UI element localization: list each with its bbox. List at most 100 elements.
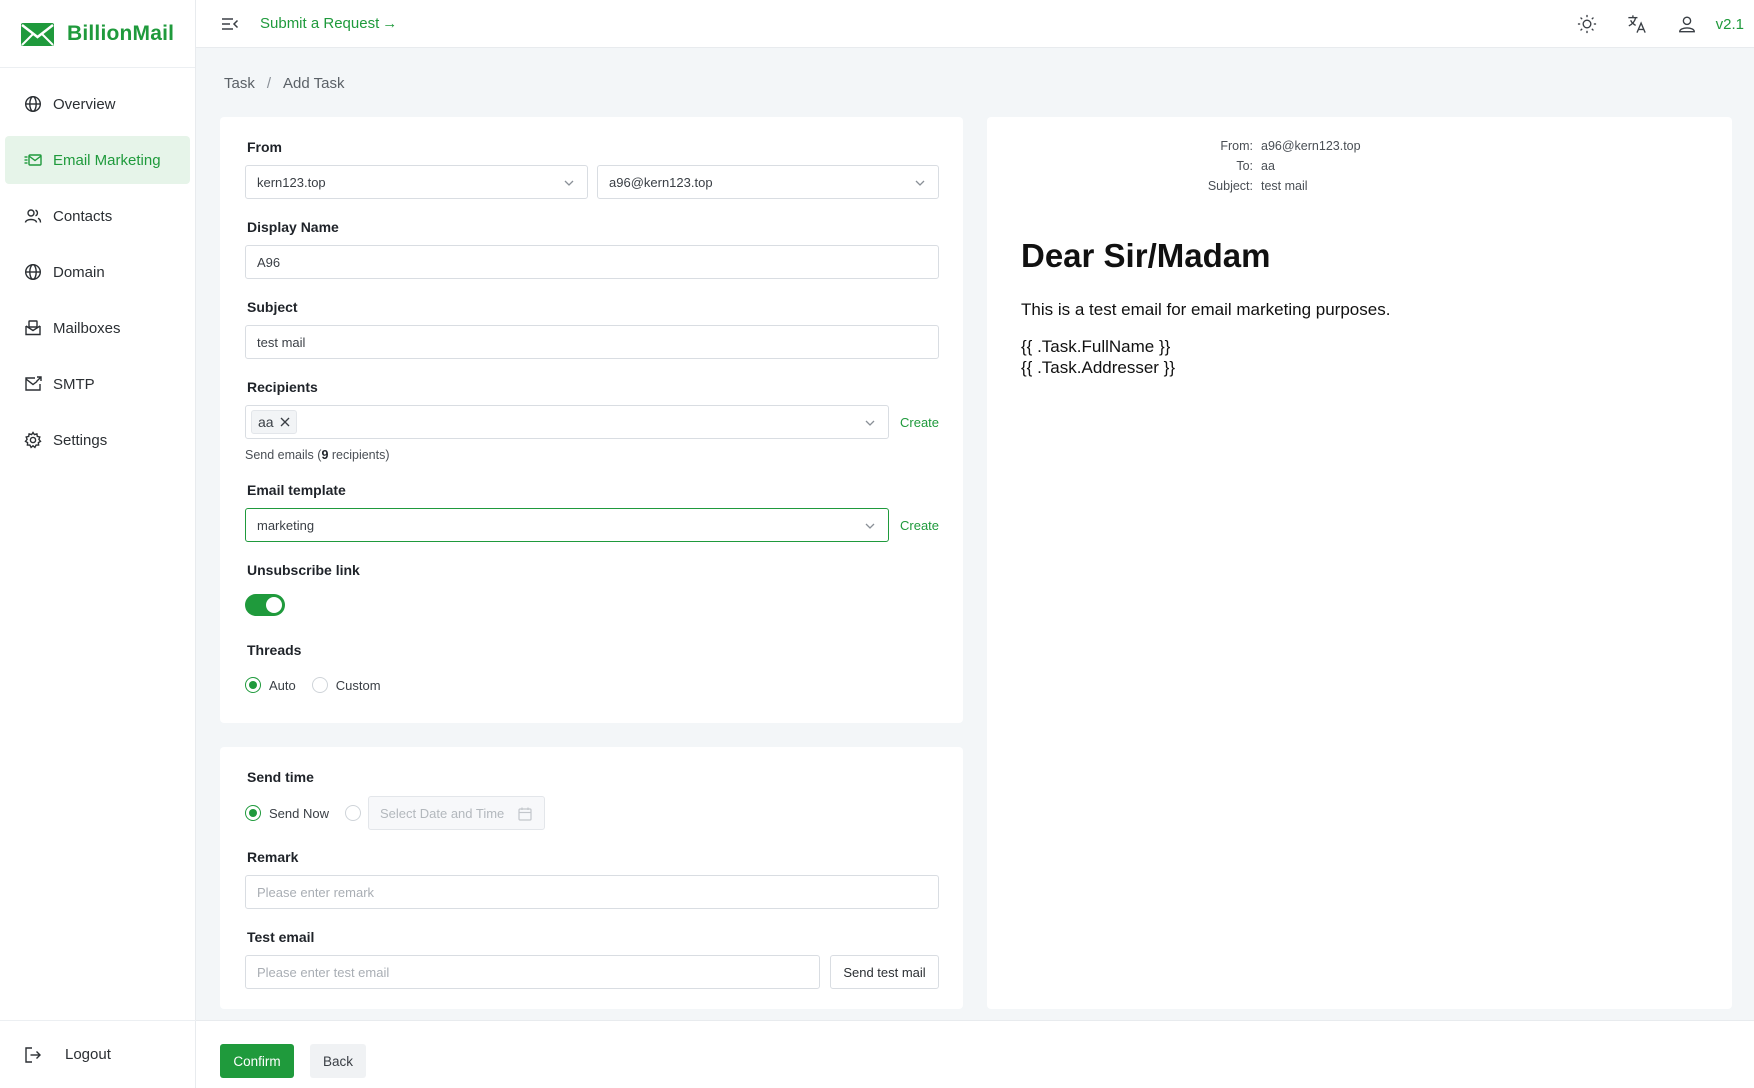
send-scheduled-radio[interactable] [344, 805, 369, 821]
radio-checked-icon [245, 805, 261, 821]
recipients-hint-suffix: recipients) [328, 448, 390, 462]
breadcrumb-current: Add Task [283, 75, 345, 92]
email-template-value: marketing [257, 517, 315, 533]
threads-auto-label: Auto [269, 677, 296, 693]
recipients-label: Recipients [247, 379, 318, 395]
remark-input[interactable]: Please enter remark [245, 875, 939, 909]
sidebar-item-mailboxes[interactable]: Mailboxes [5, 304, 190, 352]
recipient-tag: aa [251, 410, 297, 434]
preview-variable-addresser: {{ .Task.Addresser }} [1021, 358, 1176, 377]
calendar-icon [518, 807, 532, 821]
threads-custom-radio[interactable]: Custom [311, 677, 381, 693]
translate-icon[interactable] [1626, 13, 1648, 35]
preview-body: This is a test email for email marketing… [1021, 300, 1391, 319]
from-domain-select[interactable]: kern123.top [245, 165, 588, 199]
preview-from-key: From: [1220, 139, 1253, 153]
breadcrumb-parent[interactable]: Task [224, 75, 255, 92]
from-address-select[interactable]: a96@kern123.top [597, 165, 939, 199]
remark-label: Remark [247, 849, 299, 865]
gear-icon [23, 430, 43, 450]
test-email-label: Test email [247, 929, 315, 945]
subject-input[interactable]: test mail [245, 325, 939, 359]
create-template-link[interactable]: Create [900, 518, 939, 533]
task-form-card: From kern123.top a96@kern123.top Display… [220, 117, 963, 723]
confirm-button[interactable]: Confirm [220, 1044, 294, 1078]
recipients-select[interactable]: aa [245, 405, 889, 439]
sidebar-item-domain[interactable]: Domain [5, 248, 190, 296]
send-now-radio[interactable]: Send Now [245, 805, 329, 821]
sidebar-item-label: Contacts [53, 207, 113, 225]
recipients-hint-prefix: Send emails ( [245, 448, 322, 462]
radio-checked-icon [245, 677, 261, 693]
logout-icon [23, 1045, 43, 1065]
create-recipients-link[interactable]: Create [900, 415, 939, 430]
sidebar-item-smtp[interactable]: SMTP [5, 360, 190, 408]
logo[interactable]: BillionMail [0, 0, 195, 68]
send-settings-card: Send time Send Now Select Date and Time … [220, 747, 963, 1009]
sidebar-item-contacts[interactable]: Contacts [5, 192, 190, 240]
test-email-input[interactable]: Please enter test email [245, 955, 820, 989]
test-email-placeholder: Please enter test email [257, 964, 390, 980]
threads-auto-radio[interactable]: Auto [245, 677, 296, 693]
chevron-down-icon [915, 180, 925, 186]
subject-label: Subject [247, 299, 298, 315]
email-template-select[interactable]: marketing [245, 508, 889, 542]
email-marketing-icon [23, 150, 43, 170]
sidebar-item-label: Mailboxes [53, 319, 121, 337]
from-address-value: a96@kern123.top [609, 174, 713, 190]
back-button[interactable]: Back [310, 1044, 366, 1078]
threads-radio-group: Auto Custom [245, 677, 381, 693]
form-footer: Confirm Back [196, 1020, 1754, 1088]
subject-value: test mail [257, 334, 306, 350]
display-name-input[interactable]: A96 [245, 245, 939, 279]
sidebar-item-label: Overview [53, 95, 116, 113]
globe-icon [23, 94, 43, 114]
preview-to-key: To: [1236, 159, 1253, 173]
display-name-label: Display Name [247, 219, 339, 235]
remark-placeholder: Please enter remark [257, 884, 375, 900]
close-icon[interactable] [280, 417, 290, 427]
sidebar-item-label: Email Marketing [53, 151, 161, 169]
unsubscribe-link-label: Unsubscribe link [247, 562, 360, 578]
sidebar-item-label: Settings [53, 431, 108, 449]
from-label: From [247, 139, 282, 155]
schedule-datetime-picker[interactable]: Select Date and Time [368, 796, 545, 830]
toggle-knob [266, 597, 282, 613]
preview-variable-fullname: {{ .Task.FullName }} [1021, 337, 1171, 356]
preview-subject-key: Subject: [1207, 179, 1253, 193]
sidebar: BillionMail Overview Email Marketing Con… [0, 0, 196, 1088]
sidebar-item-overview[interactable]: Overview [5, 80, 190, 128]
send-now-label: Send Now [269, 805, 329, 821]
logout-button[interactable]: Logout [0, 1020, 196, 1088]
display-name-value: A96 [257, 254, 281, 270]
version-label: v2.1 [1715, 15, 1744, 33]
submit-request-link[interactable]: Submit a Request → [260, 15, 397, 32]
sidebar-nav: Overview Email Marketing Contacts Domain… [0, 68, 195, 464]
send-time-radio-group: Send Now [245, 805, 369, 821]
threads-label: Threads [247, 642, 302, 658]
globe-icon [23, 262, 43, 282]
theme-toggle-icon[interactable] [1576, 13, 1598, 35]
email-preview-card: From: a96@kern123.top To: aa Subject: te… [987, 117, 1732, 1009]
preview-to-value: aa [1261, 159, 1275, 173]
app-name: BillionMail [67, 21, 175, 45]
recipient-tag-label: aa [258, 414, 274, 430]
from-domain-value: kern123.top [257, 174, 326, 190]
send-test-mail-button[interactable]: Send test mail [830, 955, 939, 989]
collapse-menu-icon[interactable] [220, 14, 240, 34]
unsubscribe-link-toggle[interactable] [245, 594, 285, 616]
sidebar-item-email-marketing[interactable]: Email Marketing [5, 136, 190, 184]
datetime-placeholder: Select Date and Time [380, 805, 505, 821]
breadcrumb-separator: / [266, 75, 272, 92]
chevron-down-icon [865, 523, 875, 529]
logout-label: Logout [65, 1046, 111, 1063]
chevron-down-icon [865, 420, 875, 426]
chevron-down-icon [564, 180, 574, 186]
radio-unchecked-icon [344, 805, 361, 821]
logo-mail-icon [21, 22, 54, 46]
threads-custom-label: Custom [335, 677, 381, 693]
preview-heading: Dear Sir/Madam [1021, 237, 1271, 274]
user-account-icon[interactable] [1676, 13, 1698, 35]
header-actions: v2.1 [1548, 0, 1744, 48]
sidebar-item-settings[interactable]: Settings [5, 416, 190, 464]
